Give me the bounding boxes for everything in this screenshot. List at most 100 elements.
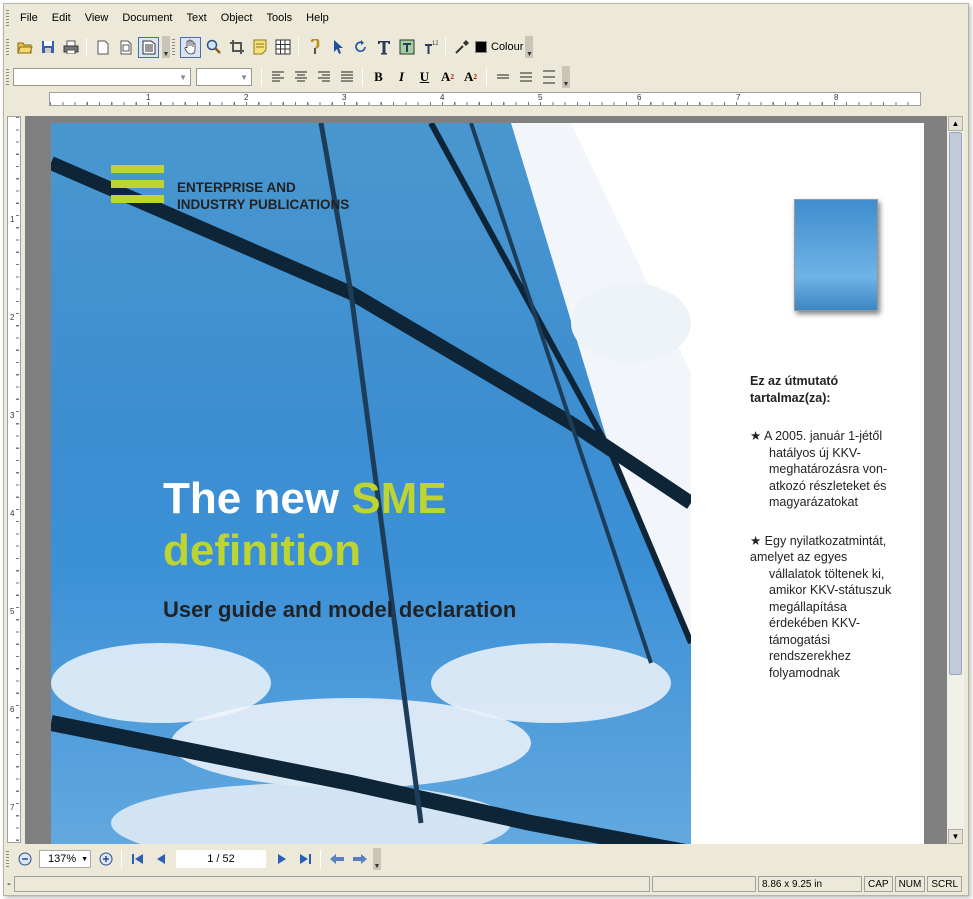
fit-page-icon[interactable] xyxy=(138,36,159,58)
rotate-tool-icon[interactable] xyxy=(350,37,371,58)
ruler-mark: 2 xyxy=(244,93,249,102)
table-tool-icon[interactable] xyxy=(272,37,293,58)
ruler-mark: 3 xyxy=(10,411,15,420)
last-page-icon[interactable] xyxy=(294,849,315,870)
ruler-mark: 2 xyxy=(10,313,15,322)
vertical-scrollbar[interactable]: ▲ ▼ xyxy=(947,116,964,844)
side-heading: Ez az útmutató tartalmaz(za): xyxy=(750,373,920,406)
menu-object[interactable]: Object xyxy=(214,10,260,26)
zoom-select[interactable]: 137% ▼ xyxy=(39,850,91,868)
first-page-icon[interactable] xyxy=(127,849,148,870)
format-toolbar-grip[interactable] xyxy=(6,69,9,85)
bullet-line: atkozó részleteket és xyxy=(769,478,887,493)
underline-icon[interactable]: U xyxy=(414,67,435,88)
line-spacing-double-icon[interactable] xyxy=(538,67,559,88)
ruler-mark: 4 xyxy=(10,509,15,518)
colour-swatch-icon[interactable] xyxy=(474,37,488,58)
align-center-icon[interactable] xyxy=(290,67,311,88)
superscript-icon[interactable]: A2 xyxy=(437,67,458,88)
save-icon[interactable] xyxy=(37,37,58,58)
menu-file[interactable]: File xyxy=(13,10,45,26)
colour-label[interactable]: Colour xyxy=(491,41,523,53)
cover-subtitle: User guide and model declaration xyxy=(163,597,517,622)
bold-icon[interactable]: B xyxy=(368,67,389,88)
line-spacing-medium-icon[interactable] xyxy=(515,67,536,88)
booklet-thumbnail xyxy=(794,199,878,311)
bullet-line: amikor KKV-státuszuk xyxy=(769,583,892,597)
logo-stripes xyxy=(111,165,164,210)
next-page-icon[interactable] xyxy=(271,849,292,870)
bullet-line: megállapítása xyxy=(769,599,847,614)
bullet-line: vállalatok töltenek ki, xyxy=(769,566,885,581)
zoom-value: 137% xyxy=(48,853,77,865)
text-tool-icon[interactable] xyxy=(373,37,394,58)
page-number-field[interactable]: 1 / 52 xyxy=(176,850,266,868)
font-size-select[interactable]: ▼ xyxy=(196,68,252,86)
toolbar-overflow-icon[interactable]: ▼ xyxy=(373,848,381,870)
menu-help[interactable]: Help xyxy=(299,10,336,26)
print-icon[interactable] xyxy=(60,37,81,58)
align-right-icon[interactable] xyxy=(313,67,334,88)
ruler-mark: 1 xyxy=(146,93,151,102)
menu-bar: File Edit View Document Text Object Tool… xyxy=(4,8,336,28)
ruler-mark: 5 xyxy=(10,607,15,616)
ruler-mark: 7 xyxy=(736,93,741,102)
menu-text[interactable]: Text xyxy=(180,10,214,26)
select-tool-icon[interactable] xyxy=(327,37,348,58)
menubar-grip[interactable] xyxy=(6,10,9,26)
chevron-down-icon[interactable]: ▼ xyxy=(81,856,88,863)
navbar-grip[interactable] xyxy=(6,851,9,867)
prev-page-icon[interactable] xyxy=(150,849,171,870)
format-toolbar: ▼ ▼ B I U A2 A2 ▼ xyxy=(4,64,570,90)
subscript-icon[interactable]: A2 xyxy=(460,67,481,88)
horizontal-ruler: 1 2 3 4 5 6 7 8 xyxy=(49,92,921,106)
status-bar: - 8.86 x 9.25 in CAP NUM SCRL xyxy=(4,875,970,893)
page-size-indicator: 8.86 x 9.25 in xyxy=(758,876,862,892)
menu-tools[interactable]: Tools xyxy=(259,10,299,26)
text-spacing-icon[interactable]: 123 xyxy=(419,37,440,58)
text-frame-icon[interactable] xyxy=(396,37,417,58)
toolbar-grip[interactable] xyxy=(6,39,9,55)
scroll-up-icon[interactable]: ▲ xyxy=(948,116,963,131)
cover-title: The new SME definition xyxy=(163,473,447,577)
scroll-down-icon[interactable]: ▼ xyxy=(948,829,963,844)
publisher-logo-text: ENTERPRISE AND INDUSTRY PUBLICATIONS xyxy=(177,179,349,213)
hand-tool-icon[interactable] xyxy=(180,36,201,58)
forward-icon[interactable] xyxy=(349,849,370,870)
document-canvas[interactable]: ENTERPRISE AND INDUSTRY PUBLICATIONS The… xyxy=(25,116,947,844)
crop-tool-icon[interactable] xyxy=(226,37,247,58)
eyedropper-icon[interactable] xyxy=(451,37,472,58)
document-page[interactable]: ENTERPRISE AND INDUSTRY PUBLICATIONS The… xyxy=(51,123,924,844)
menu-edit[interactable]: Edit xyxy=(45,10,78,26)
justify-icon[interactable] xyxy=(336,67,357,88)
caps-lock-indicator: CAP xyxy=(864,876,893,892)
cover-image: ENTERPRISE AND INDUSTRY PUBLICATIONS The… xyxy=(51,123,691,844)
zoom-in-icon[interactable] xyxy=(95,849,116,870)
align-left-icon[interactable] xyxy=(267,67,288,88)
page-icon[interactable] xyxy=(92,37,113,58)
note-tool-icon[interactable] xyxy=(249,37,270,58)
main-toolbar: ▼ 123 Colour ▼ xyxy=(4,34,534,60)
line-spacing-single-icon[interactable] xyxy=(492,67,513,88)
ruler-mark: 8 xyxy=(834,93,839,102)
bullet-line: támogatási xyxy=(769,632,831,647)
toolbar-overflow-icon[interactable]: ▼ xyxy=(525,36,534,58)
italic-icon[interactable]: I xyxy=(391,67,412,88)
ruler-mark: 4 xyxy=(440,93,445,102)
toolbar-overflow-icon[interactable]: ▼ xyxy=(162,36,170,58)
back-icon[interactable] xyxy=(326,849,347,870)
status-message xyxy=(14,876,650,892)
menu-document[interactable]: Document xyxy=(115,10,179,26)
vertical-ruler: 1 2 3 4 5 6 7 xyxy=(7,116,21,843)
toolbar-overflow-icon[interactable]: ▼ xyxy=(562,66,570,88)
font-name-select[interactable]: ▼ xyxy=(13,68,191,86)
page-width-icon[interactable] xyxy=(115,37,136,58)
scroll-thumb[interactable] xyxy=(949,132,962,675)
open-icon[interactable] xyxy=(14,37,35,58)
logo-line: INDUSTRY PUBLICATIONS xyxy=(177,197,350,212)
zoom-out-icon[interactable] xyxy=(14,849,35,870)
logo-line: ENTERPRISE AND xyxy=(177,180,296,195)
link-tool-icon[interactable] xyxy=(304,37,325,58)
zoom-tool-icon[interactable] xyxy=(203,37,224,58)
menu-view[interactable]: View xyxy=(78,10,116,26)
